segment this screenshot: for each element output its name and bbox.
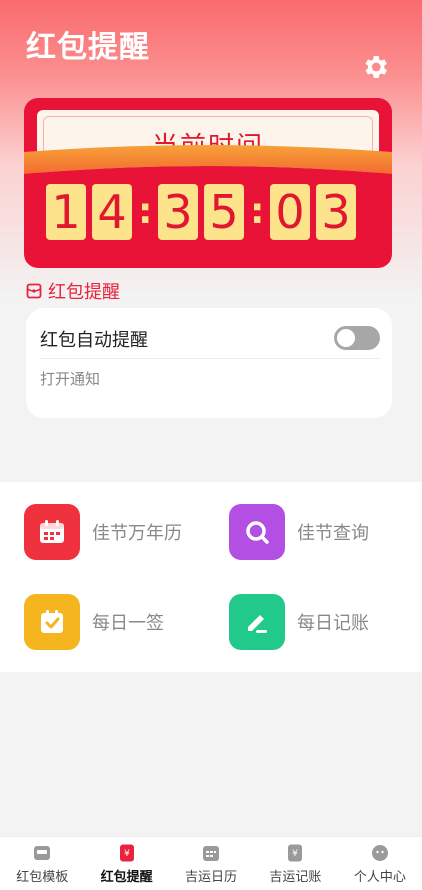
- svg-text:¥: ¥: [293, 849, 299, 859]
- tool-holiday-calendar[interactable]: 佳节万年历: [24, 504, 182, 560]
- second-digit: 0: [270, 184, 310, 240]
- gear-icon[interactable]: [360, 52, 390, 82]
- tab-lucky-calendar[interactable]: 吉运日历: [169, 837, 253, 890]
- template-icon: [34, 846, 51, 860]
- divider: [40, 358, 380, 359]
- tab-label: 吉运日历: [185, 870, 238, 885]
- tab-label: 个人中心: [353, 870, 406, 885]
- toggle-knob: [337, 329, 355, 347]
- hour-digit: 1: [46, 184, 86, 240]
- section-header: 红包提醒: [26, 278, 120, 304]
- red-envelope-icon: ¥: [119, 844, 134, 862]
- second-digit: 3: [316, 184, 356, 240]
- page-title: 红包提醒: [26, 30, 150, 65]
- tool-label: 每日记账: [297, 613, 369, 634]
- current-time-card: -当前时间- 1 4 : 3 5 : 0 3: [24, 98, 392, 268]
- clock-separator: :: [250, 191, 265, 232]
- red-envelope-icon: [26, 283, 42, 299]
- ledger-icon: ¥: [288, 844, 303, 862]
- calendar-icon: [24, 504, 80, 560]
- svg-text:¥: ¥: [124, 849, 130, 859]
- tab-profile[interactable]: 个人中心: [338, 837, 422, 890]
- edit-icon: [229, 594, 285, 650]
- minute-digit: 5: [204, 184, 244, 240]
- clock-separator: :: [138, 191, 153, 232]
- auto-reminder-card: 红包自动提醒 打开通知: [26, 308, 392, 418]
- minute-digit: 3: [158, 184, 198, 240]
- tool-holiday-search[interactable]: 佳节查询: [229, 504, 369, 560]
- tab-label: 红包模板: [16, 870, 69, 885]
- tab-red-envelope-reminder[interactable]: ¥ 红包提醒: [84, 837, 168, 890]
- decorative-wave: [24, 145, 392, 184]
- clock-digits: 1 4 : 3 5 : 0 3: [46, 184, 362, 240]
- section-title: 红包提醒: [48, 282, 120, 303]
- notification-hint: 打开通知: [40, 370, 101, 388]
- checklist-icon: [24, 594, 80, 650]
- tab-red-envelope-templates[interactable]: 红包模板: [0, 837, 84, 890]
- tool-label: 每日一签: [92, 613, 164, 634]
- tab-label: 红包提醒: [100, 870, 153, 885]
- tab-lucky-ledger[interactable]: ¥ 吉运记账: [253, 837, 337, 890]
- tool-label: 佳节万年历: [92, 523, 182, 544]
- hour-digit: 4: [92, 184, 132, 240]
- tab-label: 吉运记账: [269, 870, 322, 885]
- calendar-icon: [203, 846, 220, 861]
- tool-label: 佳节查询: [297, 523, 369, 544]
- auto-reminder-label: 红包自动提醒: [40, 330, 148, 351]
- tool-daily-fortune[interactable]: 每日一签: [24, 594, 164, 650]
- auto-reminder-toggle[interactable]: [334, 326, 380, 350]
- bottom-tab-bar: 红包模板 ¥ 红包提醒 吉运日历 ¥ 吉运记账 个人中心: [0, 836, 422, 890]
- tool-daily-ledger[interactable]: 每日记账: [229, 594, 369, 650]
- search-icon: [229, 504, 285, 560]
- profile-icon: [371, 845, 388, 861]
- tools-panel: 佳节万年历 佳节查询 每日一签 每日记账: [0, 482, 422, 672]
